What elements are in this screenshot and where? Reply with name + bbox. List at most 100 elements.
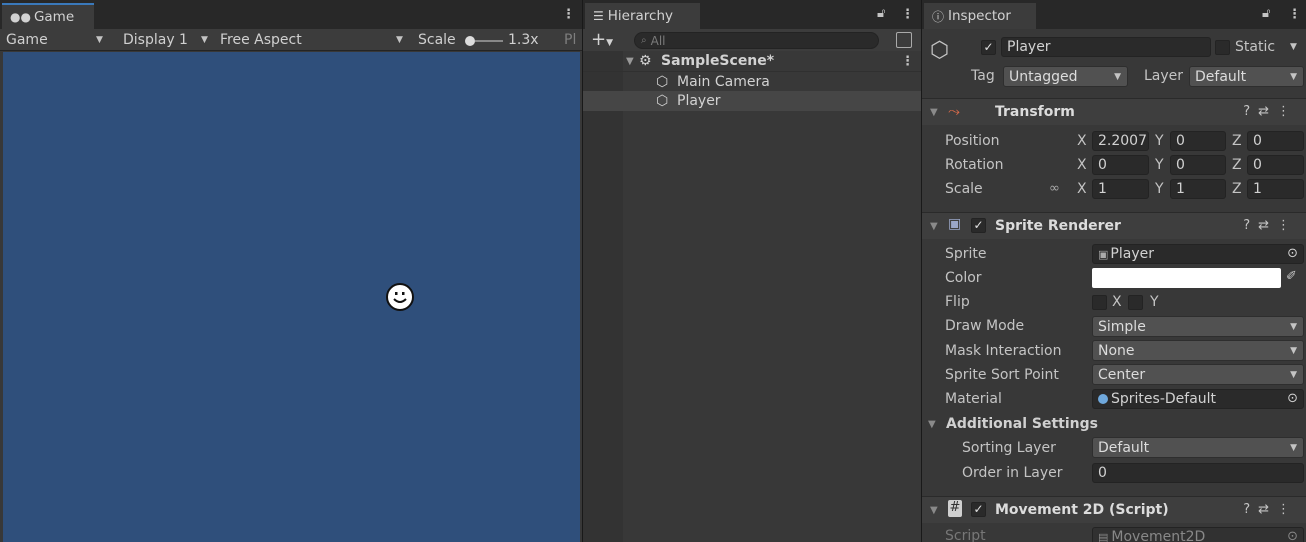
- static-checkbox[interactable]: [1215, 40, 1230, 55]
- hierarchy-tabstrip: ☰ Hierarchy 🔓︎ ⋮: [583, 0, 921, 29]
- tab-game[interactable]: ●● Game: [2, 3, 94, 29]
- chevron-down-icon[interactable]: ▼: [1290, 42, 1297, 52]
- hierarchy-menu-icon[interactable]: ⋮: [901, 7, 914, 22]
- position-x-field[interactable]: 2.2007: [1092, 131, 1149, 151]
- position-z-field[interactable]: 0: [1247, 131, 1304, 151]
- tab-inspector[interactable]: ⓘ Inspector: [924, 3, 1036, 29]
- flip-y-checkbox[interactable]: [1128, 295, 1143, 310]
- material-field[interactable]: Sprites-Default ⊙: [1092, 389, 1304, 409]
- component-header-icons[interactable]: ?⇄⋮: [1243, 218, 1298, 233]
- object-picker-icon[interactable]: ⊙: [1287, 391, 1298, 406]
- transform-header[interactable]: ▼ ⤳ Transform ?⇄⋮: [922, 98, 1306, 125]
- additional-settings-foldout[interactable]: Additional Settings: [946, 416, 1098, 432]
- movement-header[interactable]: ▼ # ✓ Movement 2D (Script) ?⇄⋮: [922, 496, 1306, 523]
- tab-hierarchy[interactable]: ☰ Hierarchy: [585, 3, 700, 29]
- rotation-z-value: 0: [1253, 157, 1262, 173]
- scene-row[interactable]: ▼ ⚙ SampleScene* ⋮: [583, 51, 921, 71]
- add-button[interactable]: +▼: [591, 29, 613, 50]
- object-name-field[interactable]: Player: [1001, 37, 1211, 57]
- foldout-arrow-icon[interactable]: ▼: [930, 505, 938, 516]
- scale-z-value: 1: [1253, 181, 1262, 197]
- list-icon: ☰: [593, 9, 604, 23]
- draw-mode-dropdown[interactable]: Simple ▼: [1092, 316, 1304, 337]
- axis-y-label: Y: [1155, 181, 1164, 197]
- play-focused-truncated[interactable]: Pl: [564, 29, 576, 51]
- lock-icon[interactable]: 🔓︎: [1262, 6, 1270, 21]
- sprite-renderer-enabled-checkbox[interactable]: ✓: [971, 218, 986, 233]
- axis-y-label: Y: [1155, 157, 1164, 173]
- active-checkbox[interactable]: ✓: [981, 40, 996, 55]
- flip-x-checkbox[interactable]: [1092, 295, 1107, 310]
- sprite-sort-point-dropdown[interactable]: Center ▼: [1092, 364, 1304, 385]
- hierarchy-search-input[interactable]: ⌕ All: [634, 32, 879, 49]
- hierarchy-gutter: [583, 51, 623, 542]
- material-value: Sprites-Default: [1111, 391, 1217, 407]
- color-swatch[interactable]: [1092, 268, 1281, 288]
- position-label: Position: [945, 133, 1000, 149]
- chevron-down-icon: ▼: [201, 35, 208, 45]
- scale-slider[interactable]: [465, 36, 503, 46]
- game-tabstrip: ●● Game ⋮: [0, 0, 582, 29]
- foldout-arrow-icon[interactable]: ▼: [930, 107, 938, 118]
- gameobject-cube-icon[interactable]: ⬡: [930, 38, 949, 63]
- tag-dropdown[interactable]: Untagged ▼: [1003, 66, 1128, 87]
- position-y-field[interactable]: 0: [1170, 131, 1226, 151]
- sprite-renderer-header[interactable]: ▼ ▣ ✓ Sprite Renderer ?⇄⋮: [922, 212, 1306, 239]
- object-picker-icon[interactable]: ⊙: [1287, 246, 1298, 261]
- search-placeholder: All: [650, 33, 666, 48]
- mask-interaction-dropdown[interactable]: None ▼: [1092, 340, 1304, 361]
- sprite-field[interactable]: ▣ Player ⊙: [1092, 244, 1304, 264]
- material-label: Material: [945, 391, 1002, 407]
- rotation-z-field[interactable]: 0: [1247, 155, 1304, 175]
- foldout-arrow-icon[interactable]: ▼: [930, 221, 938, 232]
- player-smiley-sprite: [386, 283, 414, 311]
- aspect-dropdown[interactable]: Free Aspect ▼: [220, 29, 410, 51]
- hierarchy-item-label: Player: [677, 93, 721, 109]
- display-dropdown[interactable]: Display 1 ▼: [123, 29, 213, 51]
- scale-x-field[interactable]: 1: [1092, 179, 1149, 199]
- scale-slider-thumb[interactable]: [465, 36, 475, 46]
- scale-z-field[interactable]: 1: [1247, 179, 1304, 199]
- scale-slider-track: [475, 40, 503, 42]
- tag-value: Untagged: [1009, 68, 1078, 85]
- order-in-layer-field[interactable]: 0: [1092, 463, 1304, 483]
- inspector-tabstrip: ⓘ Inspector 🔓︎ ⋮: [922, 0, 1306, 29]
- component-header-icons[interactable]: ?⇄⋮: [1243, 502, 1298, 517]
- scale-y-field[interactable]: 1: [1170, 179, 1226, 199]
- game-viewport[interactable]: [3, 52, 580, 542]
- gamepad-icon: ●●: [10, 10, 31, 24]
- scene-visibility-icon[interactable]: [896, 32, 912, 48]
- material-sphere-icon: [1098, 394, 1108, 404]
- hierarchy-item-selected[interactable]: ⬡ Player: [583, 91, 921, 111]
- eyedropper-icon[interactable]: ✐: [1286, 269, 1297, 284]
- lock-icon[interactable]: 🔓︎: [877, 6, 885, 21]
- game-mode-dropdown[interactable]: Game ▼: [6, 29, 108, 51]
- chevron-down-icon: ▼: [1290, 443, 1297, 453]
- layer-dropdown[interactable]: Default ▼: [1189, 66, 1304, 87]
- chevron-down-icon: ▼: [1290, 72, 1297, 82]
- rotation-x-field[interactable]: 0: [1092, 155, 1149, 175]
- info-icon: ⓘ: [932, 9, 945, 24]
- inspector-menu-icon[interactable]: ⋮: [1288, 7, 1301, 22]
- scale-label: Scale: [418, 32, 456, 48]
- mask-interaction-label: Mask Interaction: [945, 343, 1062, 359]
- script-icon: #: [948, 500, 962, 517]
- rotation-y-field[interactable]: 0: [1170, 155, 1226, 175]
- axis-x-label: X: [1077, 157, 1087, 173]
- inspector-panel: ⓘ Inspector 🔓︎ ⋮ ⬡ ✓ Player Static ▼ Tag…: [922, 0, 1306, 542]
- foldout-arrow-icon[interactable]: ▼: [626, 56, 634, 67]
- chevron-down-icon: ▼: [606, 38, 614, 48]
- axis-x-label: X: [1077, 181, 1087, 197]
- search-icon: ⌕: [641, 35, 647, 46]
- game-menu-icon[interactable]: ⋮: [562, 7, 575, 22]
- sorting-layer-dropdown[interactable]: Default ▼: [1092, 437, 1304, 458]
- movement-enabled-checkbox[interactable]: ✓: [971, 502, 986, 517]
- foldout-arrow-icon[interactable]: ▼: [928, 419, 936, 430]
- tag-label: Tag: [971, 68, 995, 84]
- component-header-icons[interactable]: ?⇄⋮: [1243, 104, 1298, 119]
- order-in-layer-label: Order in Layer: [962, 465, 1063, 481]
- hierarchy-item-label: Main Camera: [677, 73, 770, 90]
- hierarchy-item[interactable]: ⬡ Main Camera: [583, 71, 921, 91]
- scene-menu-icon[interactable]: ⋮: [901, 54, 914, 69]
- link-constrain-icon[interactable]: ∞: [1049, 181, 1060, 196]
